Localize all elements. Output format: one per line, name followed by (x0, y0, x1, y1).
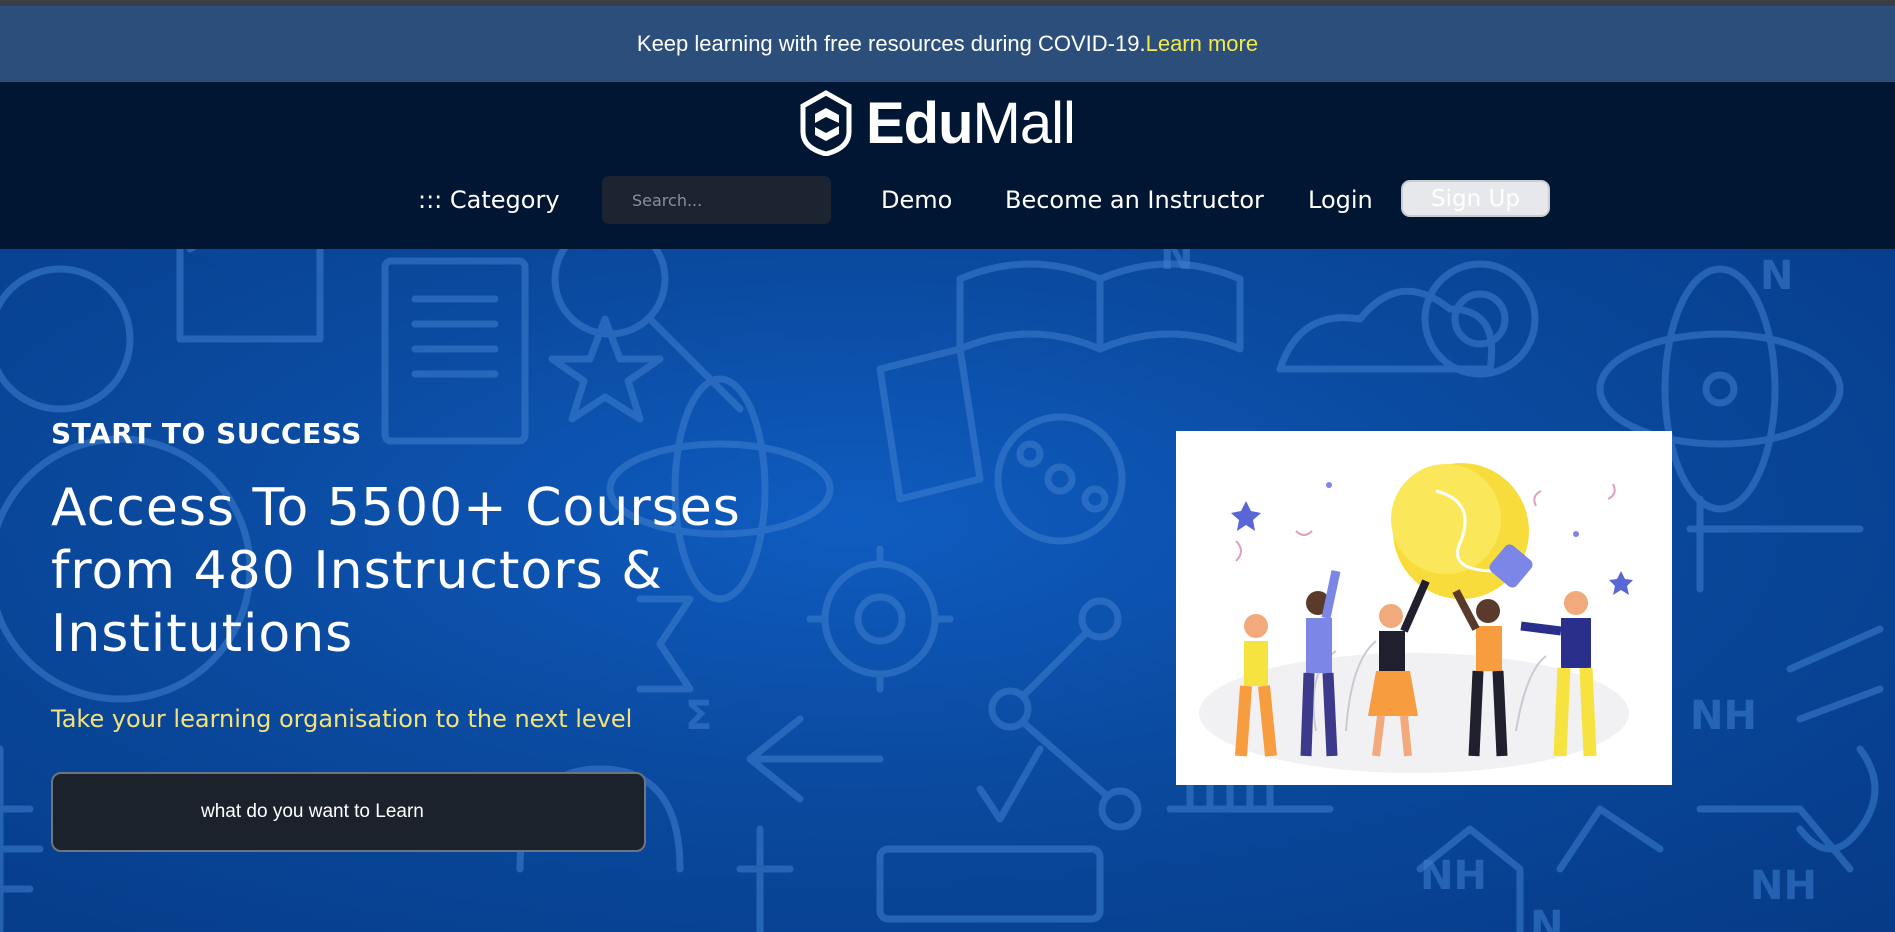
brand-name-bold: Edu (866, 90, 974, 156)
hero-section: NH NH NH N N N Σ START TO SUCCESS Access… (0, 249, 1895, 932)
brand-name: EduMall (866, 90, 1076, 157)
announcement-bar: Keep learning with free resources during… (0, 6, 1895, 82)
what-to-learn-button[interactable]: what do you want to Learn (51, 772, 646, 852)
svg-text:N: N (1760, 253, 1793, 299)
edumall-shield-logo-icon (800, 90, 852, 156)
svg-text:N: N (1160, 249, 1193, 279)
main-nav: ::: Category Demo Become an Instructor L… (0, 174, 1895, 226)
announcement-text: Keep learning with free resources during… (636, 31, 1146, 56)
lightbulb-teamwork-illustration (1176, 431, 1672, 785)
search-input[interactable] (602, 176, 831, 224)
site-header: EduMall ::: Category Demo Become an Inst… (0, 82, 1895, 249)
svg-text:NH: NH (1420, 853, 1487, 899)
nav-become-instructor-link[interactable]: Become an Instructor (1005, 174, 1264, 226)
signup-button[interactable]: Sign Up (1401, 180, 1550, 217)
nav-login-link[interactable]: Login (1308, 174, 1373, 226)
hero-headline: Access To 5500+ Courses from 480 Instruc… (51, 478, 741, 664)
svg-text:NH: NH (1750, 863, 1817, 909)
svg-text:NH: NH (1690, 693, 1757, 739)
hero-tagline: Take your learning organisation to the n… (51, 705, 633, 733)
edumall-logo[interactable]: EduMall (800, 88, 1076, 158)
hero-eyebrow: START TO SUCCESS (51, 417, 362, 450)
svg-text:Σ: Σ (685, 693, 712, 739)
svg-text:N: N (1530, 903, 1563, 932)
nav-demo-link[interactable]: Demo (881, 174, 952, 226)
teamwork-illustration-graphic (1199, 463, 1633, 773)
category-menu[interactable]: ::: Category (418, 174, 560, 226)
learn-more-link[interactable]: Learn more (1146, 31, 1259, 57)
brand-name-regular: Mall (972, 90, 1076, 156)
